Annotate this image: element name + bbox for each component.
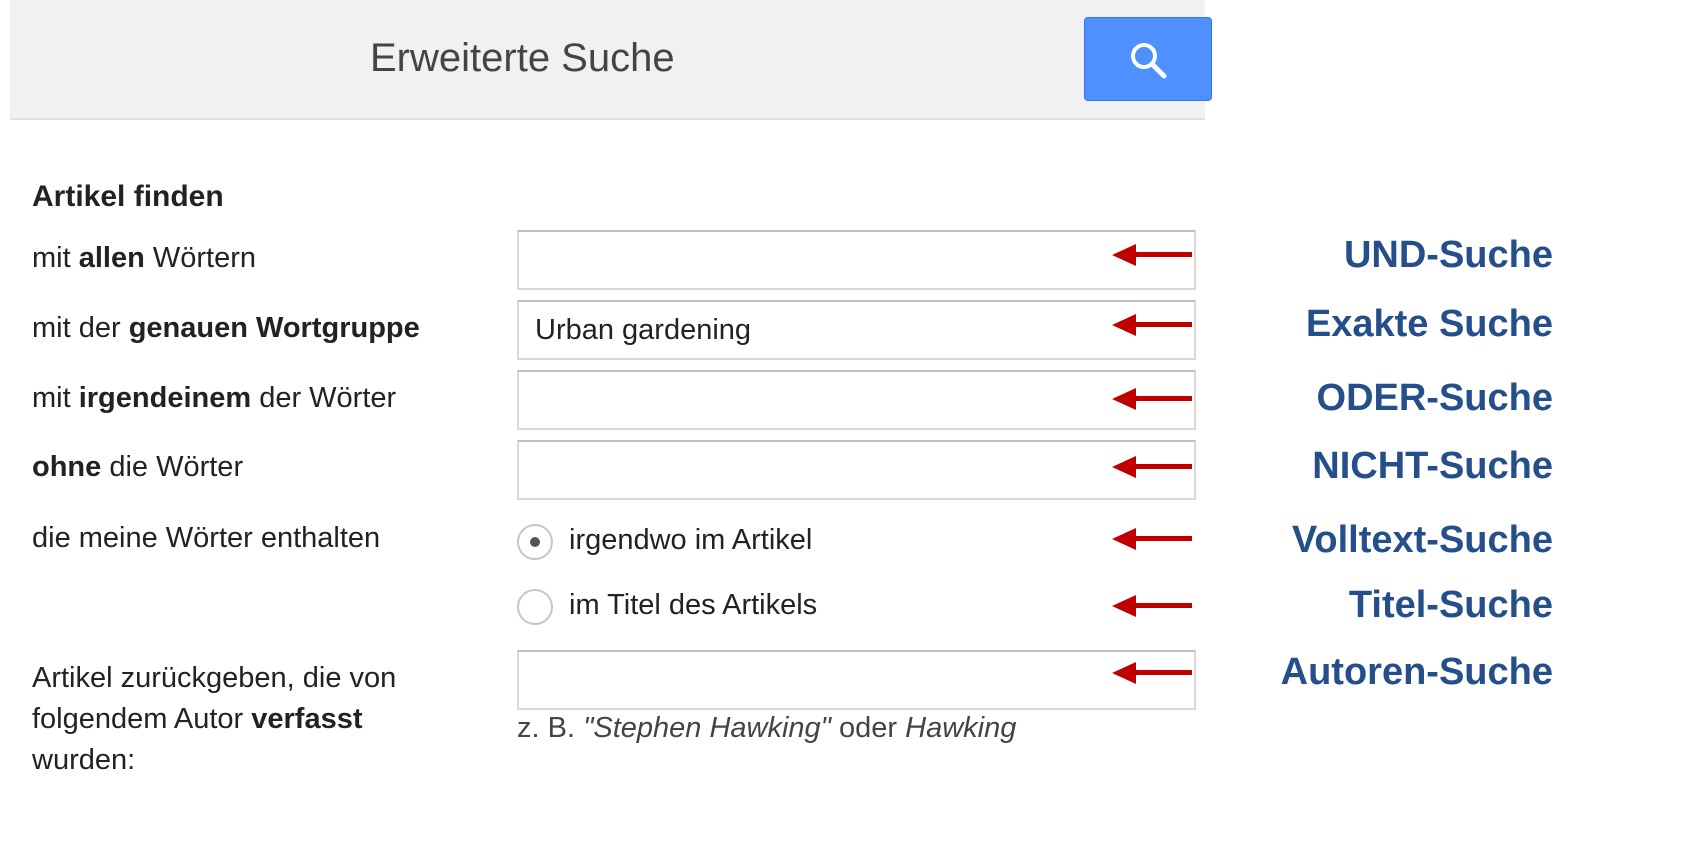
author-label-line1: Artikel zurückgeben, die von: [32, 662, 397, 694]
without-words-label: ohne die Wörter: [32, 451, 244, 483]
arrow-icon: [1112, 662, 1192, 684]
radio-anywhere-circle[interactable]: [517, 524, 553, 560]
radio-anywhere-label: irgendwo im Artikel: [569, 524, 813, 556]
annotation-not-search: NICHT-Suche: [1312, 445, 1553, 487]
search-header: Erweiterte Suche: [10, 0, 1212, 120]
annotation-or-search: ODER-Suche: [1316, 377, 1553, 419]
arrow-icon: [1112, 314, 1192, 336]
search-icon: [1131, 43, 1167, 79]
arrow-icon: [1112, 244, 1192, 266]
author-label-line2: folgendem Autor verfasst: [32, 703, 363, 735]
author-hint: z. B. "Stephen Hawking" oder Hawking: [517, 712, 1017, 744]
page-title: Erweiterte Suche: [370, 36, 675, 80]
exact-phrase-label: mit der genauen Wortgruppe: [32, 312, 420, 344]
annotation-author-search: Autoren-Suche: [1280, 651, 1553, 693]
arrow-icon: [1112, 528, 1192, 550]
author-label-line3: wurden:: [32, 744, 136, 776]
annotation-and-search: UND-Suche: [1343, 234, 1553, 276]
any-words-input[interactable]: [517, 370, 1196, 430]
exact-phrase-input[interactable]: [517, 300, 1196, 360]
annotation-title-search: Titel-Suche: [1348, 584, 1553, 626]
all-words-input[interactable]: [517, 230, 1196, 290]
arrow-icon: [1112, 456, 1192, 478]
radio-title-circle[interactable]: [517, 589, 553, 625]
radio-title-label: im Titel des Artikels: [569, 589, 818, 621]
search-button[interactable]: [1084, 17, 1212, 101]
arrow-icon: [1112, 388, 1192, 410]
all-words-label: mit allen Wörtern: [32, 242, 256, 274]
author-input[interactable]: [517, 650, 1196, 710]
occurrence-label: die meine Wörter enthalten: [32, 522, 381, 554]
section-title: Artikel finden: [32, 180, 224, 213]
any-words-label: mit irgendeinem der Wörter: [32, 382, 397, 414]
annotation-exact-search: Exakte Suche: [1305, 303, 1553, 345]
arrow-icon: [1112, 595, 1192, 617]
annotation-fulltext-search: Volltext-Suche: [1291, 519, 1553, 561]
without-words-input[interactable]: [517, 440, 1196, 500]
radio-selected-dot: [530, 537, 540, 547]
